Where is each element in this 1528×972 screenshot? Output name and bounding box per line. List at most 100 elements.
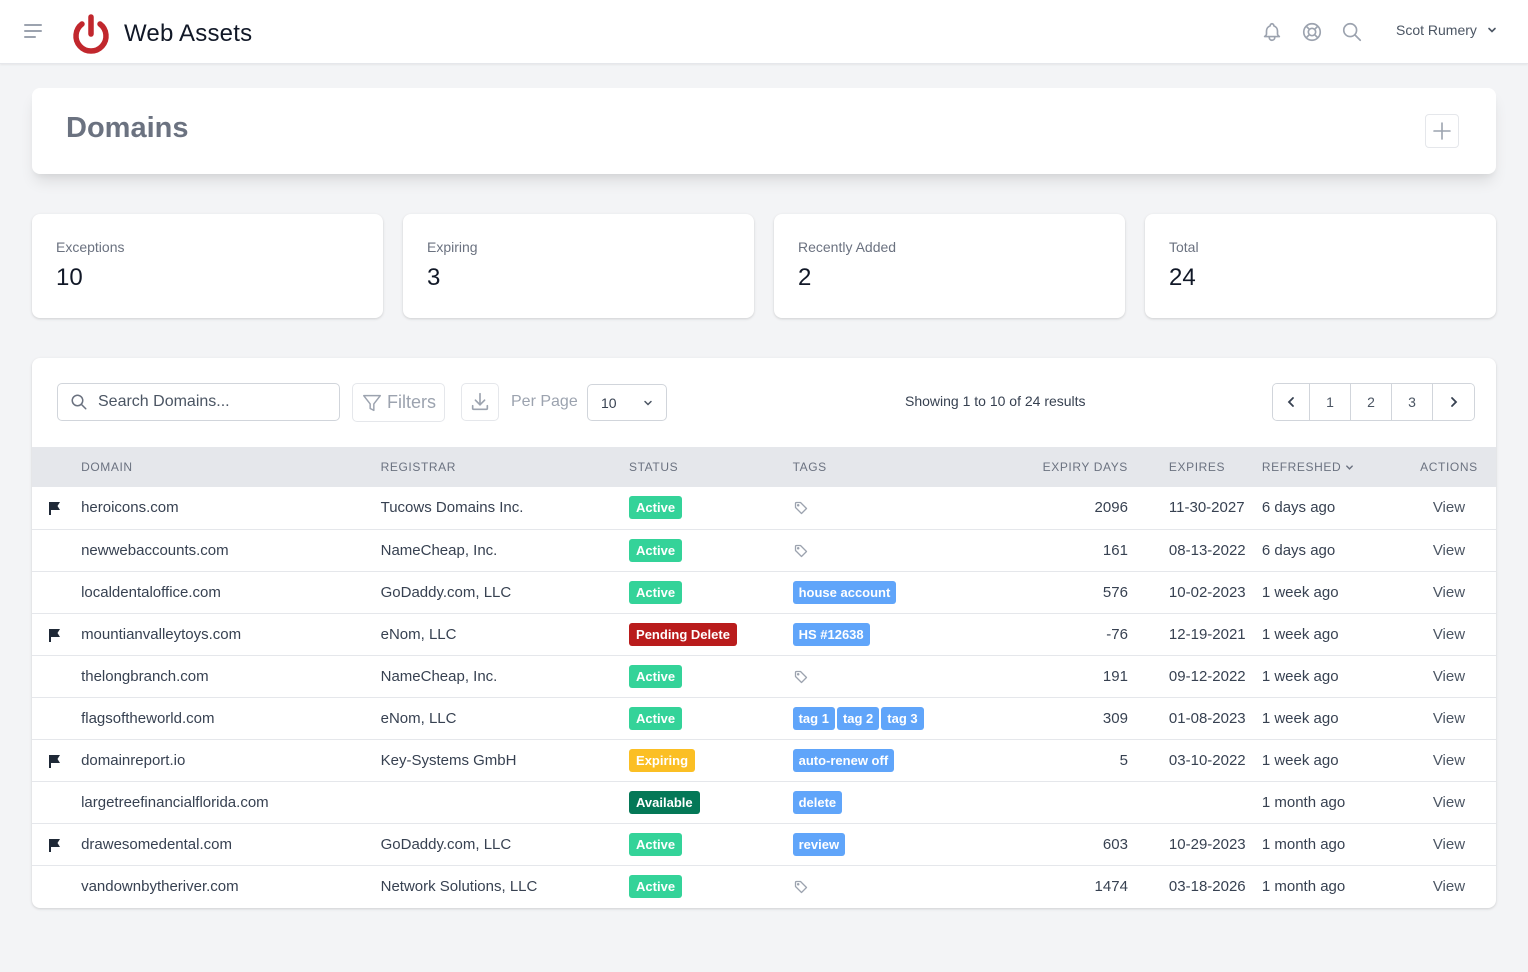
column-header-status[interactable]: Status: [629, 447, 793, 487]
table-row[interactable]: newwebaccounts.com NameCheap, Inc. Active 1…: [32, 529, 1496, 571]
domain-cell[interactable]: newwebaccounts.com: [81, 529, 381, 571]
domain-cell[interactable]: heroicons.com: [81, 487, 381, 529]
status-badge: Active: [629, 538, 683, 562]
page-button-2[interactable]: 2: [1351, 384, 1392, 420]
tag-badge[interactable]: review: [792, 832, 846, 856]
flag-cell: [32, 739, 81, 781]
view-link[interactable]: View: [1433, 626, 1465, 643]
stat-label: Total: [1169, 239, 1199, 255]
tag-badge[interactable]: delete: [792, 790, 843, 814]
column-header-expiry-days[interactable]: Expiry Days: [997, 447, 1128, 487]
next-page-button[interactable]: [1433, 384, 1474, 420]
status-badge: Pending Delete: [629, 622, 737, 646]
expires-cell: 01-08-2023: [1168, 709, 1246, 727]
tag-badge[interactable]: tag 3: [881, 706, 924, 730]
domain-cell[interactable]: localdentaloffice.com: [81, 571, 381, 613]
domain-cell[interactable]: drawesomedental.com: [81, 823, 381, 865]
filters-label: Filters: [387, 392, 436, 412]
stat-card-exceptions[interactable]: Exceptions 10: [32, 214, 383, 318]
actions-cell: View: [1402, 823, 1496, 865]
tag-badge[interactable]: tag 2: [836, 706, 880, 730]
table-row[interactable]: localdentaloffice.com GoDaddy.com, LLC Act…: [32, 571, 1496, 613]
expiry-days-cell: [997, 781, 1128, 823]
add-domain-button[interactable]: [1425, 114, 1459, 148]
stat-card-recently-added[interactable]: Recently Added 2: [774, 214, 1125, 318]
table-row[interactable]: thelongbranch.com NameCheap, Inc. Active 19…: [32, 655, 1496, 697]
prev-page-button[interactable]: [1273, 384, 1310, 420]
chevron-left-icon: [1287, 397, 1294, 407]
flag-cell: [32, 613, 81, 655]
column-header-refreshed[interactable]: Refreshed: [1262, 447, 1402, 487]
stat-value: 2: [798, 264, 812, 291]
app-title[interactable]: Web Assets: [124, 20, 252, 48]
actions-cell: View: [1402, 613, 1496, 655]
status-cell: Active: [629, 529, 793, 571]
tag-icon[interactable]: [793, 543, 809, 559]
flag-cell: [32, 655, 81, 697]
view-link[interactable]: View: [1433, 794, 1465, 811]
table-row[interactable]: domainreport.io Key-Systems GmbH Expiring a…: [32, 739, 1496, 781]
column-header-tags[interactable]: Tags: [793, 447, 997, 487]
domain-cell[interactable]: largetreefinancialflorida.com: [81, 781, 381, 823]
tag-icon[interactable]: [793, 879, 809, 895]
table-row[interactable]: heroicons.com Tucows Domains Inc. Active 20…: [32, 487, 1496, 529]
tags-cell: [793, 865, 997, 907]
flag-icon[interactable]: [48, 501, 63, 516]
table-row[interactable]: flagsoftheworld.com eNom, LLC Active tag 1t…: [32, 697, 1496, 739]
column-header-registrar[interactable]: Registrar: [381, 447, 629, 487]
refreshed-cell: 1 week ago: [1261, 709, 1339, 727]
tag-badge[interactable]: HS #12638: [792, 622, 870, 646]
menu-icon[interactable]: [24, 24, 48, 44]
user-menu[interactable]: Scot Rumery: [1396, 22, 1497, 38]
tag-icon[interactable]: [793, 500, 809, 516]
stat-card-expiring[interactable]: Expiring 3: [403, 214, 754, 318]
stat-card-total[interactable]: Total 24: [1145, 214, 1496, 318]
domain-cell[interactable]: thelongbranch.com: [81, 655, 381, 697]
column-header-domain[interactable]: Domain: [81, 447, 381, 487]
status-cell: Expiring: [629, 739, 793, 781]
view-link[interactable]: View: [1433, 499, 1465, 516]
table-row[interactable]: drawesomedental.com GoDaddy.com, LLC Activ…: [32, 823, 1496, 865]
flag-icon[interactable]: [48, 754, 63, 768]
table-row[interactable]: vandownbytheriver.com Network Solutions, …: [32, 865, 1496, 907]
status-badge: Active: [629, 496, 683, 520]
view-link[interactable]: View: [1433, 710, 1465, 727]
view-link[interactable]: View: [1433, 836, 1465, 853]
table-row[interactable]: largetreefinancialflorida.com Available de…: [32, 781, 1496, 823]
view-link[interactable]: View: [1433, 752, 1465, 769]
view-link[interactable]: View: [1433, 542, 1465, 559]
domain-cell[interactable]: domainreport.io: [81, 739, 381, 781]
column-header-actions: Actions: [1420, 460, 1478, 474]
bell-icon[interactable]: [1261, 21, 1283, 43]
tag-badge[interactable]: auto-renew off: [792, 748, 895, 772]
actions-cell: View: [1402, 781, 1496, 823]
actions-cell: View: [1402, 655, 1496, 697]
tag-icon[interactable]: [793, 669, 809, 685]
view-link[interactable]: View: [1433, 668, 1465, 685]
page-button-1[interactable]: 1: [1310, 384, 1351, 420]
search-input[interactable]: [98, 393, 318, 411]
support-icon[interactable]: [1301, 21, 1323, 43]
page-button-3[interactable]: 3: [1392, 384, 1433, 420]
expiry-days-cell: 1474: [1094, 877, 1128, 895]
status-cell: Active: [629, 487, 793, 529]
registrar-cell: NameCheap, Inc.: [380, 541, 498, 559]
filters-button[interactable]: Filters: [352, 383, 445, 422]
search-field[interactable]: [57, 383, 340, 421]
domain-cell[interactable]: mountianvalleytoys.com: [81, 613, 381, 655]
domain-cell[interactable]: vandownbytheriver.com: [81, 865, 381, 907]
tag-badge[interactable]: tag 1: [792, 706, 835, 730]
view-link[interactable]: View: [1433, 878, 1465, 895]
tags-cell: tag 1 tag 2 tag 3: [792, 697, 997, 739]
search-icon[interactable]: [1341, 21, 1363, 43]
table-row[interactable]: mountianvalleytoys.com eNom, LLC Pending D…: [32, 613, 1496, 655]
per-page-select[interactable]: 10: [587, 384, 667, 421]
column-header-expires[interactable]: Expires: [1128, 447, 1262, 487]
view-link[interactable]: View: [1433, 584, 1465, 601]
domain-cell[interactable]: flagsoftheworld.com: [81, 697, 381, 739]
download-button[interactable]: [461, 383, 499, 421]
expiry-days-cell: 191: [1102, 667, 1128, 685]
tag-badge[interactable]: house account: [792, 580, 897, 604]
flag-icon[interactable]: [48, 838, 63, 852]
flag-icon[interactable]: [48, 628, 63, 642]
